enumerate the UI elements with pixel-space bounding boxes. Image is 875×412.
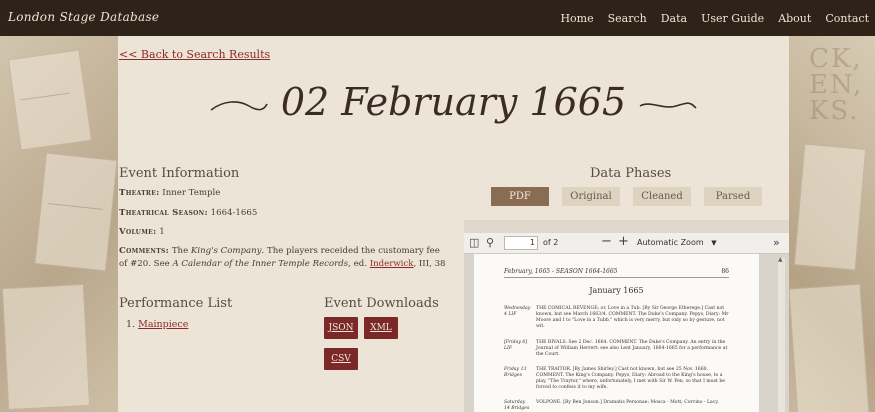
pdf-page-number: 86 <box>721 268 729 275</box>
decorative-page <box>789 283 870 412</box>
pdf-entry-date: [Friday 6] LIF <box>504 340 528 351</box>
pdf-page-header: February, 1665 - SEASON 1664-1665 86 <box>504 268 729 278</box>
mainpiece-link[interactable]: Mainpiece <box>138 319 188 330</box>
more-tools-icon[interactable]: » <box>773 236 780 249</box>
inderwick-link[interactable]: Inderwick <box>370 259 414 269</box>
comments-ed: , ed. <box>348 259 367 269</box>
comments-post: , III, 38 <box>413 259 446 269</box>
json-download-button[interactable]: JSON <box>324 317 358 339</box>
pdf-entry: [Friday 6] LIF THE RIVALS. See 2 Dec. 16… <box>504 340 729 358</box>
zoom-select-value: Automatic Zoom <box>637 238 704 247</box>
pdf-toolbar: ◫ ⚲ 1 of 2 − + Automatic Zoom ▼ » <box>464 233 789 254</box>
scroll-up-icon[interactable]: ▲ <box>778 256 783 263</box>
decorative-page <box>1 283 91 411</box>
nav-search[interactable]: Search <box>608 12 647 25</box>
nav-data[interactable]: Data <box>661 12 687 25</box>
performance-item-number: 1. <box>126 319 136 330</box>
pdf-entry-text: THE TRAITOR. [By James Shirley.] Cast no… <box>536 367 726 390</box>
comments-text: The <box>171 246 189 256</box>
tab-parsed[interactable]: Parsed <box>704 187 762 206</box>
page-number-input[interactable]: 1 <box>504 236 538 250</box>
tab-original[interactable]: Original <box>562 187 620 206</box>
tab-pdf[interactable]: PDF <box>491 187 549 206</box>
tab-cleaned[interactable]: Cleaned <box>633 187 691 206</box>
right-swash-ornament <box>639 101 697 109</box>
season-field: Theatrical Season: 1664-1665 <box>119 207 449 220</box>
pdf-page-area[interactable]: February, 1665 - SEASON 1664-1665 86 Jan… <box>464 254 789 412</box>
data-phases-tabs: PDF Original Cleaned Parsed <box>491 187 762 206</box>
pdf-entry-text: VOLPONE. [By Ben Jonson.] Dramatis Perso… <box>536 400 719 405</box>
comments-field: Comments: The King's Company. The player… <box>119 245 449 271</box>
pdf-month-heading: January 1665 <box>589 286 644 295</box>
zoom-select[interactable]: Automatic Zoom ▼ <box>637 236 717 249</box>
pdf-entry: Wednesday 4 LIF THE COMICAL REVENGE; or,… <box>504 306 729 329</box>
volume-label: Volume: <box>119 227 157 237</box>
nav-home[interactable]: Home <box>560 12 593 25</box>
pdf-entry-date: Friday 13 Bridges <box>504 367 527 378</box>
volume-value: 1 <box>159 227 165 237</box>
left-decorative-background <box>0 36 118 412</box>
season-value: 1664-1665 <box>210 208 258 218</box>
left-swash-ornament <box>210 100 268 111</box>
pdf-entry-text: THE RIVALS. See 2 Dec. 1664. COMMENT. Th… <box>536 340 728 357</box>
data-phases-heading: Data Phases <box>590 166 672 181</box>
comments-company: King's Company <box>190 246 262 256</box>
top-navbar: London Stage Database Home Search Data U… <box>0 0 875 36</box>
nav-contact[interactable]: Contact <box>825 12 869 25</box>
zoom-in-icon[interactable]: + <box>618 234 629 249</box>
performance-list-heading: Performance List <box>119 296 233 311</box>
sidebar-toggle-icon[interactable]: ◫ <box>469 236 479 249</box>
volume-field: Volume: 1 <box>119 226 449 239</box>
date-title-text: 02 February 1665 <box>280 80 627 124</box>
nav-about[interactable]: About <box>778 12 811 25</box>
theatre-label: Theatre: <box>119 188 160 198</box>
season-label: Theatrical Season: <box>119 208 208 218</box>
comments-label: Comments: <box>119 246 170 256</box>
pdf-entry-text: THE COMICAL REVENGE; or, Love in a Tub. … <box>536 306 729 329</box>
main-nav: Home Search Data User Guide About Contac… <box>546 0 869 36</box>
decorative-page <box>793 143 867 271</box>
event-info-heading: Event Information <box>119 166 240 181</box>
site-brand[interactable]: London Stage Database <box>8 10 159 24</box>
pdf-entry-date: Saturday 14 Bridges <box>504 400 530 411</box>
pdf-scrollbar[interactable]: ▲ <box>778 256 785 412</box>
csv-download-button[interactable]: CSV <box>324 348 358 370</box>
theatre-field: Theatre: Inner Temple <box>119 187 449 200</box>
comments-source: A Calendar of the Inner Temple Records <box>172 259 349 269</box>
right-decorative-background: CK, EN, KS. <box>789 36 875 412</box>
pdf-entry: Friday 13 Bridges THE TRAITOR. [By James… <box>504 367 729 393</box>
pdf-viewer: ◫ ⚲ 1 of 2 − + Automatic Zoom ▼ » Februa… <box>464 220 789 412</box>
decorative-page <box>34 152 118 272</box>
theatre-value: Inner Temple <box>162 188 221 198</box>
search-icon[interactable]: ⚲ <box>486 236 494 249</box>
chevron-down-icon: ▼ <box>711 239 717 247</box>
back-to-search-link[interactable]: << Back to Search Results <box>119 48 270 61</box>
zoom-out-icon[interactable]: − <box>601 234 612 249</box>
main-content: << Back to Search Results 02 February 16… <box>118 36 789 412</box>
pdf-entry: Saturday 14 Bridges VOLPONE. [By Ben Jon… <box>504 400 729 412</box>
pdf-page-header-text: February, 1665 - SEASON 1664-1665 <box>504 268 618 275</box>
pdf-entry-date: Wednesday 4 LIF <box>504 306 531 317</box>
xml-download-button[interactable]: XML <box>364 317 398 339</box>
nav-user-guide[interactable]: User Guide <box>701 12 764 25</box>
event-downloads-heading: Event Downloads <box>324 296 439 311</box>
decorative-letters: CK, EN, KS. <box>809 44 864 126</box>
event-date-title: 02 February 1665 <box>118 70 789 134</box>
page-count: of 2 <box>543 238 559 247</box>
performance-list-item: 1. Mainpiece <box>126 319 188 330</box>
pdf-page: February, 1665 - SEASON 1664-1665 86 Jan… <box>474 254 759 412</box>
